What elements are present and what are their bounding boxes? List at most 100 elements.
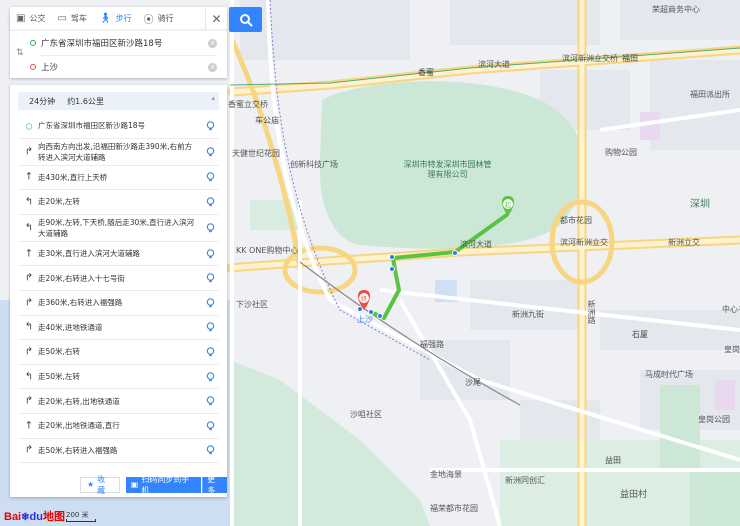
street-view-icon[interactable] xyxy=(206,420,215,431)
bike-icon: ⦿ xyxy=(143,15,154,26)
route-step[interactable]: ↰ 走20米,左转 xyxy=(18,190,219,215)
baidu-map-logo: Bai❄du地图 xyxy=(4,511,65,523)
map-label: 深圳市特发深圳市园林管理有限公司 xyxy=(403,160,492,179)
map-label: 中心书 xyxy=(722,305,740,314)
map-label: 益田 xyxy=(605,456,621,465)
collapse-icon[interactable]: ▴ xyxy=(211,94,215,102)
map-label: 皇岗 xyxy=(724,345,740,354)
straight-arrow-icon: ↑ xyxy=(24,248,34,260)
clear-icon[interactable]: × xyxy=(208,38,217,48)
route-step[interactable]: ↰ 走90米,左转,下天桥,随后走30米,直行进入滨河大道辅路 xyxy=(18,215,219,242)
step-text: 走90米,左转,下天桥,随后走30米,直行进入滨河大道辅路 xyxy=(38,217,195,238)
favorite-button[interactable]: ★ 收藏 xyxy=(80,475,120,495)
star-icon: ★ xyxy=(87,480,95,489)
street-view-icon[interactable] xyxy=(206,273,215,283)
map-label: 下沙社区 xyxy=(236,300,268,309)
tab-bike[interactable]: ⦿ 骑行 xyxy=(138,7,180,30)
route-step[interactable]: ↱ 向西南方向出发,沿福田新沙路走390米,右前方转进入滨河大道辅路 xyxy=(18,139,219,166)
tab-bus[interactable]: ▣ 公交 xyxy=(10,7,51,30)
route-step[interactable]: ↰ 走40米,进地铁通道 xyxy=(18,316,219,341)
turn-right-icon: ↱ xyxy=(24,444,34,456)
tab-label: 驾车 xyxy=(70,14,87,23)
route-step[interactable]: ↱ 走50米,右转 xyxy=(18,340,219,365)
step-text: 向西南方向出发,沿福田新沙路走390米,右前方转进入滨河大道辅路 xyxy=(38,141,193,162)
route-step[interactable]: ↑ 走430米,直行上天桥 xyxy=(18,166,219,191)
map-label: 滨河新洲立交 xyxy=(560,238,608,247)
tab-label: 公交 xyxy=(29,14,46,23)
street-view-icon[interactable] xyxy=(206,146,215,157)
straight-arrow-icon: ↑ xyxy=(24,171,34,183)
street-view-icon[interactable] xyxy=(206,297,215,308)
step-text: 走20米,右转,出地铁通道 xyxy=(38,396,120,406)
bus-icon: ▣ xyxy=(16,13,26,24)
turn-left-icon: ↰ xyxy=(24,371,34,383)
travel-mode-bar: ▣ 公交 ▭ 驾车 🚶︎ 步行 ⦿ 骑行 ✕ xyxy=(10,7,227,30)
map-label: 新洲路 xyxy=(587,300,596,324)
route-step[interactable]: ↰ 走50米,左转 xyxy=(18,365,219,390)
map-label: 福强路 xyxy=(420,340,444,349)
route-step[interactable]: ↱ 走20米,右转,出地铁通道 xyxy=(18,389,219,414)
step-text: 走50米,右转进入福强路 xyxy=(38,445,118,455)
send-to-phone-button[interactable]: ▣ 扫码同步到手机 xyxy=(125,475,202,495)
route-step[interactable]: ↑ 走30米,直行进入滨河大道辅路 xyxy=(18,242,219,267)
close-button[interactable]: ✕ xyxy=(205,7,227,30)
map-label: 滨河大道 xyxy=(460,240,492,249)
distance: 约1.6公里 xyxy=(67,96,104,106)
street-view-icon[interactable] xyxy=(206,248,215,259)
map-label: 沙咀社区 xyxy=(350,410,382,419)
route-step[interactable]: ↱ 走360米,右转进入福强路 xyxy=(18,291,219,316)
route-step[interactable]: ↑ 走20米,出地铁通道,直行 xyxy=(18,414,219,439)
street-view-icon[interactable] xyxy=(206,396,215,406)
turn-right-icon: ↱ xyxy=(24,395,34,407)
step-list: ○ 广东省深圳市福田区新沙路18号 ↱ 向西南方向出发,沿福田新沙路走390米,右前方… xyxy=(18,114,219,497)
swap-icon[interactable]: ⇅ xyxy=(16,48,24,58)
street-view-icon[interactable] xyxy=(206,120,215,131)
street-view-icon[interactable] xyxy=(206,197,215,207)
step-text: 走430米,直行上天桥 xyxy=(38,172,108,182)
map-label: 创新科技广场 xyxy=(290,160,338,169)
street-view-icon[interactable] xyxy=(206,222,215,233)
close-icon: ✕ xyxy=(211,11,222,26)
street-view-icon[interactable] xyxy=(206,445,215,455)
walk-icon: 🚶︎ xyxy=(98,13,112,24)
clear-icon[interactable]: × xyxy=(208,62,217,72)
tab-label: 步行 xyxy=(115,14,132,23)
tab-drive[interactable]: ▭ 驾车 xyxy=(51,7,92,30)
tab-walk[interactable]: 🚶︎ 步行 xyxy=(93,7,138,30)
map-label: 马成时代广场 xyxy=(645,370,693,379)
bottom-actions: ★ 收藏 ▣ 扫码同步到手机 更多 xyxy=(10,472,227,497)
paw-icon: ❄ xyxy=(21,512,30,523)
end-dot-icon xyxy=(30,64,36,70)
more-label: 更多 xyxy=(207,474,216,495)
search-button[interactable] xyxy=(229,7,262,32)
map-label: 深圳 xyxy=(690,199,710,210)
street-view-icon[interactable] xyxy=(206,371,215,382)
route-step[interactable]: ↱ 走50米,右转进入福强路 xyxy=(18,439,219,464)
start-text: 广东省深圳市福田区新沙路18号 xyxy=(41,39,163,49)
map-label: KK ONE购物中心 xyxy=(236,246,299,255)
qr-icon: ▣ xyxy=(130,480,139,489)
step-text: 走20米,左转 xyxy=(38,197,80,207)
street-view-icon[interactable] xyxy=(206,347,215,357)
car-icon: ▭ xyxy=(57,13,67,24)
step-text: 走20米,右转进入十七号街 xyxy=(38,273,125,283)
route-summary[interactable]: 24分钟 约1.6公里 ▴ xyxy=(18,92,219,110)
map-label: 香蜜 xyxy=(418,68,434,77)
turn-right-icon: ↱ xyxy=(24,297,34,309)
route-step[interactable]: ○ 广东省深圳市福田区新沙路18号 xyxy=(18,114,219,139)
more-button[interactable]: 更多 xyxy=(202,474,227,495)
street-view-icon[interactable] xyxy=(206,172,215,182)
start-input[interactable]: 广东省深圳市福田区新沙路18号 × xyxy=(30,32,217,54)
map-label: 皇岗公园 xyxy=(698,415,730,424)
end-input[interactable]: 上沙 × xyxy=(30,56,217,78)
end-text: 上沙 xyxy=(41,63,59,73)
step-text: 走30米,直行进入滨河大道辅路 xyxy=(38,249,140,259)
map-label: 沙尾 xyxy=(465,378,481,387)
step-text: 走40米,进地铁通道 xyxy=(38,322,103,332)
map-label: 福田 xyxy=(622,54,638,63)
straight-arrow-icon: ↑ xyxy=(24,420,34,432)
street-view-icon[interactable] xyxy=(206,322,215,332)
turn-left-icon: ↰ xyxy=(24,321,34,333)
step-text: 走360米,右转进入福强路 xyxy=(38,298,123,308)
route-step[interactable]: ↱ 走20米,右转进入十七号街 xyxy=(18,266,219,291)
